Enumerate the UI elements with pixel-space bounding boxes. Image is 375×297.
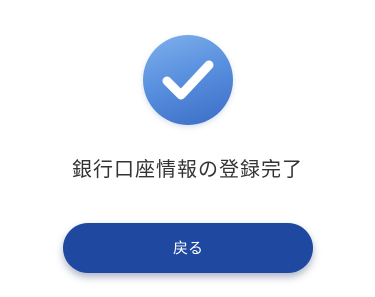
checkmark-circle-icon [143,35,233,125]
checkmark-icon [162,60,214,100]
completion-message: 銀行口座情報の登録完了 [72,157,303,181]
back-button[interactable]: 戻る [63,223,313,273]
completion-screen: 銀行口座情報の登録完了 戻る [0,0,375,297]
